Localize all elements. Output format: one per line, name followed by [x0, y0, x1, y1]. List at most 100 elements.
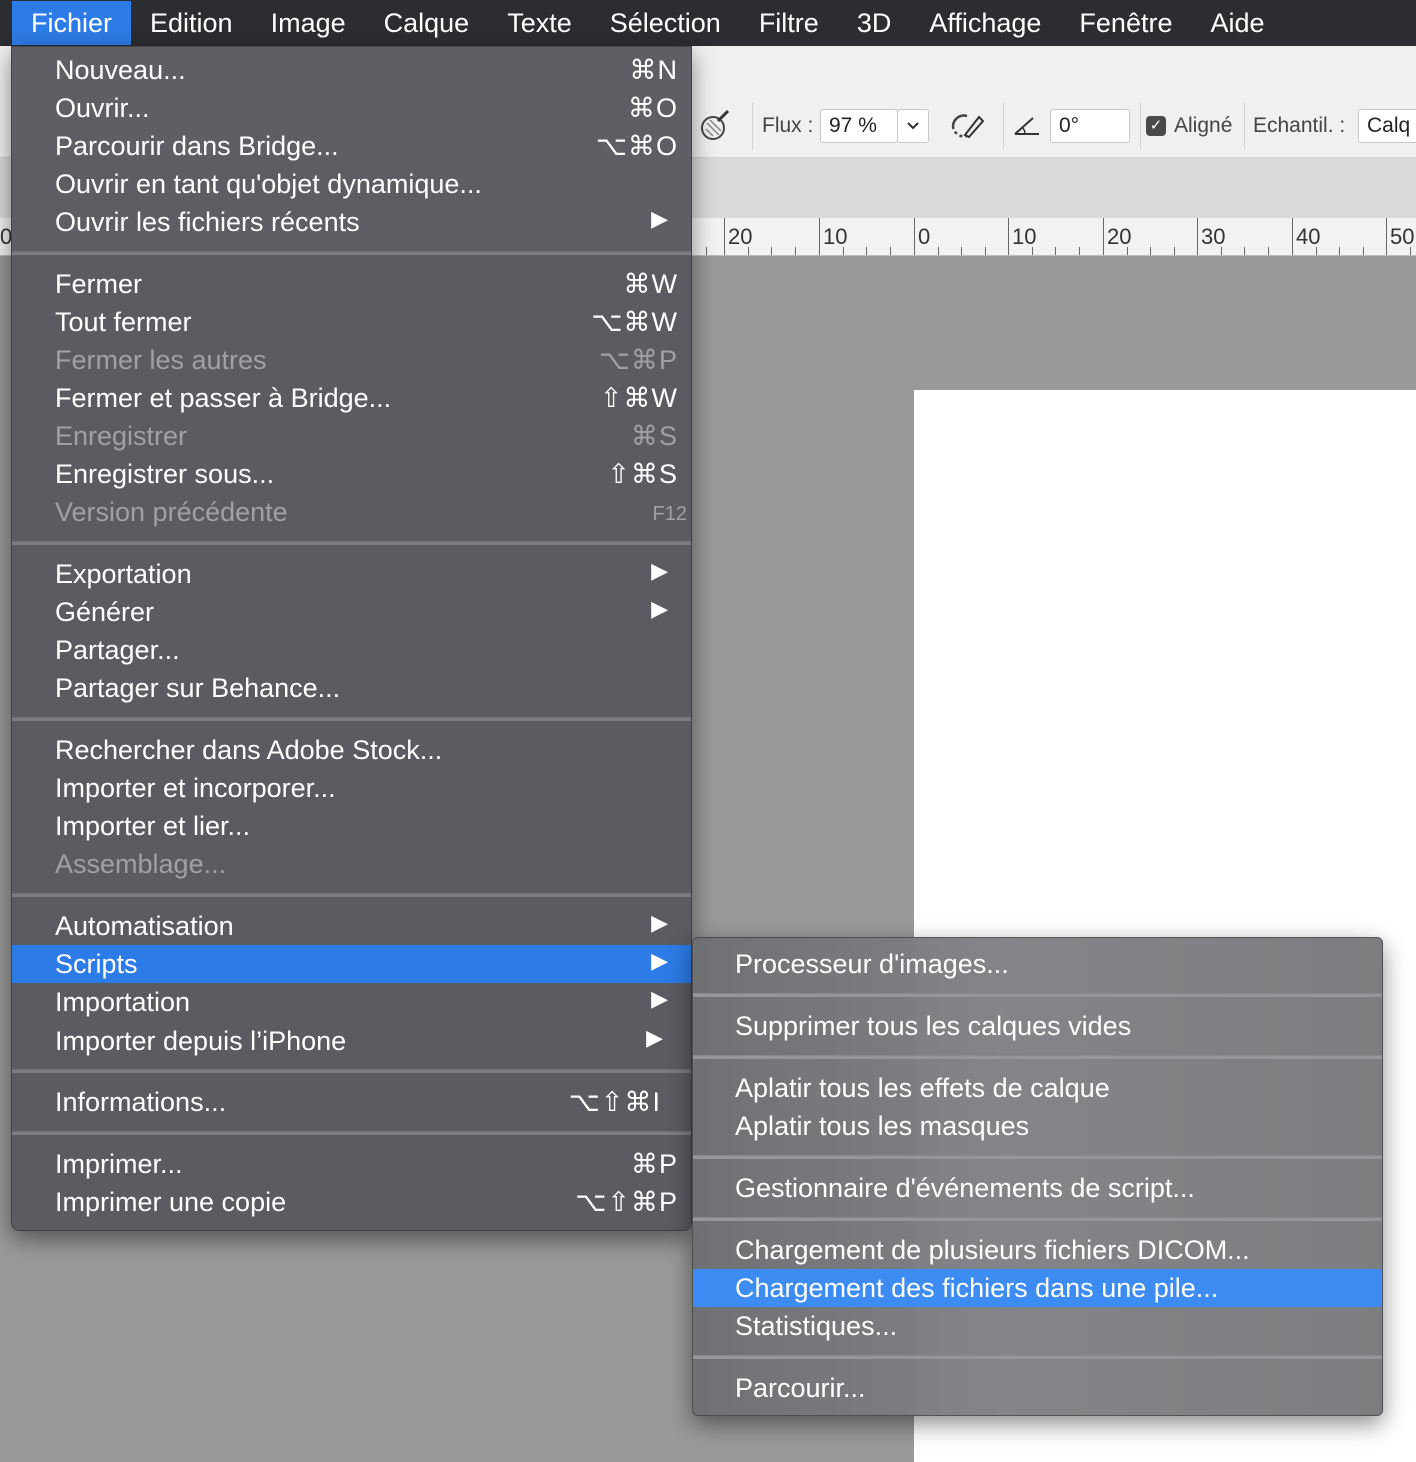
menu-item-importation[interactable]: Importation ▶	[12, 983, 691, 1021]
submenu-arrow-icon: ▶	[651, 948, 668, 973]
submenu-arrow-icon: ▶	[651, 596, 668, 621]
menu-item-label: Importer et incorporer...	[55, 773, 336, 803]
menu-affichage[interactable]: Affichage	[910, 1, 1060, 45]
sample-select[interactable]: Calq	[1358, 109, 1416, 143]
submenu-item-aplatir-masques[interactable]: Aplatir tous les masques	[693, 1107, 1382, 1145]
menu-item-ouvrir[interactable]: Ouvrir... ⌘O	[12, 89, 691, 127]
menu-item-exportation[interactable]: Exportation ▶	[12, 555, 691, 593]
menu-item-assemblage: Assemblage...	[12, 845, 691, 883]
submenu-arrow-icon: ▶	[646, 1025, 663, 1050]
flux-field[interactable]: 97 %	[820, 106, 929, 146]
menu-item-fermer-bridge[interactable]: Fermer et passer à Bridge... ⇧⌘W	[12, 379, 691, 417]
submenu-item-label: Gestionnaire d'événements de script...	[735, 1173, 1195, 1203]
flux-input[interactable]: 97 %	[820, 109, 898, 143]
menu-item-shortcut: ⇧⌘S	[607, 459, 678, 489]
ruler-minor-tick	[889, 247, 891, 255]
menu-selection[interactable]: Sélection	[591, 1, 740, 45]
menu-item-enregistrer-sous[interactable]: Enregistrer sous... ⇧⌘S	[12, 455, 691, 493]
ruler-minor-tick	[1078, 247, 1080, 255]
menu-texte[interactable]: Texte	[488, 1, 591, 45]
menu-item-label: Ouvrir les fichiers récents	[55, 207, 360, 237]
ruler-minor-tick	[1315, 247, 1317, 255]
ruler-minor-tick	[1173, 247, 1175, 255]
submenu-item-label: Supprimer tous les calques vides	[735, 1011, 1132, 1041]
checkmark-icon[interactable]: ✓	[1146, 116, 1166, 136]
menu-item-importer-iphone[interactable]: Importer depuis l’iPhone ▶	[12, 1022, 691, 1060]
menu-calque[interactable]: Calque	[365, 1, 489, 45]
menu-item-importer-incorporer[interactable]: Importer et incorporer...	[12, 769, 691, 807]
aligned-checkbox[interactable]: ✓ Aligné	[1146, 106, 1232, 146]
menu-item-fermer-autres: Fermer les autres ⌥⌘P	[12, 341, 691, 379]
submenu-item-aplatir-effets[interactable]: Aplatir tous les effets de calque	[693, 1069, 1382, 1107]
menu-item-scripts[interactable]: Scripts ▶	[12, 945, 691, 983]
submenu-item-statistiques[interactable]: Statistiques...	[693, 1307, 1382, 1345]
menu-fichier[interactable]: Fichier	[12, 1, 132, 45]
submenu-item-gestionnaire-evenements[interactable]: Gestionnaire d'événements de script...	[693, 1169, 1382, 1207]
menu-item-label: Tout fermer	[55, 307, 192, 337]
ruler-minor-tick	[842, 247, 844, 255]
ruler-minor-tick	[1409, 247, 1411, 255]
ruler-minor-tick	[1267, 247, 1269, 255]
submenu-item-parcourir[interactable]: Parcourir...	[693, 1369, 1382, 1407]
menu-item-nouveau[interactable]: Nouveau... ⌘N	[12, 51, 691, 89]
menu-item-shortcut: F12	[652, 503, 687, 525]
submenu-item-supprimer-calques-vides[interactable]: Supprimer tous les calques vides	[693, 1007, 1382, 1045]
menu-image[interactable]: Image	[252, 1, 365, 45]
ruler-minor-tick	[706, 247, 707, 255]
menu-item-label: Imprimer une copie	[55, 1187, 287, 1217]
menu-item-imprimer[interactable]: Imprimer... ⌘P	[12, 1145, 691, 1183]
ruler-minor-tick	[1220, 247, 1222, 255]
divider	[1003, 102, 1004, 150]
menu-edition[interactable]: Edition	[131, 1, 252, 45]
divider	[1244, 102, 1245, 150]
menu-item-label: Enregistrer sous...	[55, 459, 275, 489]
menu-item-parcourir-bridge[interactable]: Parcourir dans Bridge... ⌥⌘O	[12, 127, 691, 165]
chevron-down-icon[interactable]	[897, 109, 929, 143]
menu-item-imprimer-copie[interactable]: Imprimer une copie ⌥⇧⌘P	[12, 1183, 691, 1221]
menu-item-shortcut: ⌘S	[630, 421, 678, 451]
menu-aide[interactable]: Aide	[1191, 1, 1283, 45]
menu-item-label: Fermer et passer à Bridge...	[55, 383, 392, 413]
menu-item-adobe-stock[interactable]: Rechercher dans Adobe Stock...	[12, 731, 691, 769]
ruler-label: 0	[918, 224, 931, 249]
menu-item-ouvrir-objet-dynamique[interactable]: Ouvrir en tant qu'objet dynamique...	[12, 165, 691, 203]
submenu-item-dicom[interactable]: Chargement de plusieurs fichiers DICOM..…	[693, 1231, 1382, 1269]
airbrush-icon[interactable]	[698, 106, 732, 146]
menu-item-label: Importation	[55, 987, 191, 1017]
ruler-minor-tick	[1150, 247, 1152, 255]
menu-item-generer[interactable]: Générer ▶	[12, 593, 691, 631]
menu-item-shortcut: ⌥⌘W	[591, 307, 678, 337]
menu-item-automatisation[interactable]: Automatisation ▶	[12, 907, 691, 945]
angle-input[interactable]: 0°	[1050, 109, 1130, 143]
ruler-tick	[1197, 218, 1198, 255]
menu-item-partager-behance[interactable]: Partager sur Behance...	[12, 669, 691, 707]
menu-separator	[693, 1155, 1382, 1159]
menu-item-partager[interactable]: Partager...	[12, 631, 691, 669]
submenu-item-processeur-images[interactable]: Processeur d'images...	[693, 945, 1382, 983]
menu-item-label: Partager sur Behance...	[55, 673, 341, 703]
pressure-opacity-icon[interactable]	[947, 106, 987, 146]
submenu-item-label: Chargement des fichiers dans une pile...	[735, 1273, 1219, 1303]
ruler-minor-tick	[1055, 247, 1057, 255]
angle-icon	[1013, 106, 1041, 146]
ruler-label: 10	[1012, 224, 1037, 249]
ruler-label: 40	[1296, 224, 1321, 249]
ruler-tick	[1008, 218, 1009, 255]
ruler-minor-tick	[771, 247, 773, 255]
menu-separator	[693, 993, 1382, 997]
ruler-minor-tick	[1339, 247, 1341, 255]
menu-filtre[interactable]: Filtre	[740, 1, 838, 45]
menu-item-version-precedente: Version précédente F12	[12, 493, 691, 531]
menu-separator	[12, 717, 691, 721]
menu-3d[interactable]: 3D	[838, 1, 911, 45]
menu-item-fermer[interactable]: Fermer ⌘W	[12, 265, 691, 303]
menu-item-tout-fermer[interactable]: Tout fermer ⌥⌘W	[12, 303, 691, 341]
menu-item-informations[interactable]: Informations... ⌥⇧⌘I	[12, 1083, 691, 1121]
menu-item-importer-lier[interactable]: Importer et lier...	[12, 807, 691, 845]
menu-item-label: Importer et lier...	[55, 811, 251, 841]
menu-item-fichiers-recents[interactable]: Ouvrir les fichiers récents ▶	[12, 203, 691, 241]
ruler-minor-tick	[1126, 247, 1128, 255]
menu-fenetre[interactable]: Fenêtre	[1060, 1, 1191, 45]
submenu-item-fichiers-pile[interactable]: Chargement des fichiers dans une pile...	[693, 1269, 1382, 1307]
ruler-minor-tick	[961, 247, 963, 255]
